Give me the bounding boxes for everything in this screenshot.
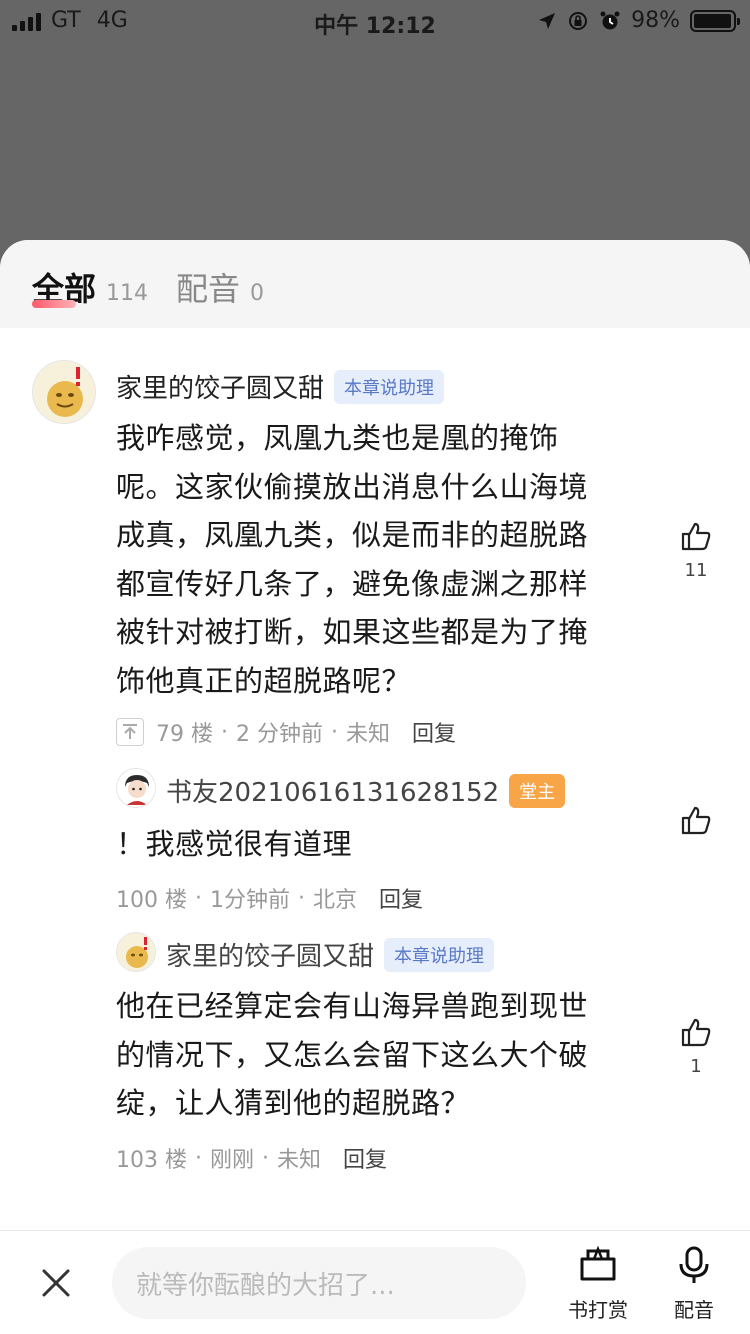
comment-time: 刚刚 (210, 1148, 255, 1173)
tab-all-count: 114 (106, 281, 149, 306)
host-badge: 堂主 (509, 773, 566, 808)
comment-meta: 79 楼 · 2 分钟前 · 未知 回复 (116, 716, 456, 748)
avatar-image (117, 769, 155, 807)
battery-percent: 98% (631, 8, 680, 33)
comment-meta: 100 楼 · 1分钟前 · 北京 回复 (116, 882, 423, 914)
comment-text[interactable]: 我咋感觉，凤凰九类也是凰的掩饰 呢。这家伙偷摸放出消息什么山海境 成真，凤凰九类… (116, 414, 646, 705)
location-arrow-icon (539, 12, 556, 29)
like-button[interactable]: 1 (678, 1016, 714, 1077)
avatar[interactable] (116, 932, 156, 972)
comment-meta: 103 楼 · 刚刚 · 未知 回复 (116, 1142, 387, 1174)
gift-icon (580, 1245, 616, 1281)
assistant-badge: 本章说助理 (384, 937, 495, 972)
comments-sheet: 全部 114 配音 0 家里的饺子圆又甜 本章说助理 我咋感觉，凤凰九类也是凰的… (0, 240, 750, 1334)
comment-text[interactable]: 他在已经算定会有山海异兽跑到现世 的情况下，又怎么会留下这么大个破 绽，让人猜到… (116, 982, 646, 1128)
dub-label: 配音 (674, 1298, 714, 1322)
reply-button[interactable]: 回复 (379, 882, 423, 914)
comment-location: 未知 (346, 722, 391, 747)
comment-line: 成真，凤凰九类，似是而非的超脱路 (116, 518, 589, 552)
comment-line: 都宣传好几条了，避免像虚渊之那样 (116, 566, 589, 601)
thumbs-up-icon (681, 806, 711, 835)
comment-location: 未知 (277, 1148, 322, 1173)
like-button[interactable] (678, 804, 714, 840)
floor-number: 103 楼 (116, 1148, 187, 1173)
meta-separator: · (195, 1145, 202, 1171)
tab-dubbing[interactable]: 配音 0 (176, 264, 264, 310)
meta-separator: · (331, 719, 338, 745)
tab-active-indicator (32, 300, 76, 308)
thumbs-up-icon (681, 1018, 711, 1047)
avatar[interactable] (32, 360, 96, 424)
author-name[interactable]: 家里的饺子圆又甜 (166, 936, 374, 973)
gift-button[interactable]: 书打赏 (558, 1245, 638, 1323)
pin-top-icon[interactable] (116, 718, 144, 746)
battery-icon (690, 9, 740, 32)
author-name[interactable]: 家里的饺子圆又甜 (116, 368, 324, 405)
author-name[interactable]: 书友20210616131628152 (166, 772, 499, 809)
comment-line: 他在已经算定会有山海异兽跑到现世 (116, 989, 589, 1023)
meta-separator: · (298, 885, 305, 911)
comment-location: 北京 (313, 888, 358, 913)
floor-number: 100 楼 (116, 888, 187, 913)
tab-dubbing-count: 0 (250, 281, 265, 306)
comment-line: 的情况下，又怎么会留下这么大个破 (116, 1037, 589, 1072)
comment-line: 饰他真正的超脱路呢？ (116, 663, 412, 698)
status-right: 98% (537, 8, 740, 33)
meta-separator: · (262, 1145, 270, 1171)
like-count: 1 (690, 1056, 702, 1077)
avatar[interactable] (116, 768, 156, 808)
author-row: 书友20210616131628152 堂主 (166, 772, 566, 809)
battery-fill (694, 13, 732, 28)
input-placeholder: 就等你酝酿的大招了... (136, 1270, 395, 1301)
rotation-lock-icon (569, 11, 588, 30)
tab-dubbing-label: 配音 (176, 270, 241, 308)
author-row: 家里的饺子圆又甜 本章说助理 (166, 936, 495, 973)
tab-bar: 全部 114 配音 0 (0, 240, 750, 328)
assistant-badge: 本章说助理 (334, 369, 445, 404)
comment-line: 绽，让人猜到他的超脱路？ (116, 1086, 471, 1120)
author-row: 家里的饺子圆又甜 本章说助理 (116, 368, 445, 405)
comment-text[interactable]: ！我感觉很有道理 (116, 820, 646, 869)
comment-line: 我咋感觉，凤凰九类也是凰的掩饰 (116, 421, 559, 455)
meta-separator: · (195, 885, 202, 911)
avatar-image (33, 361, 95, 423)
like-count: 11 (684, 560, 708, 581)
dub-button[interactable]: 配音 (654, 1245, 734, 1323)
close-button[interactable] (36, 1263, 76, 1303)
microphone-icon (679, 1246, 709, 1283)
reply-button[interactable]: 回复 (343, 1142, 387, 1174)
like-button[interactable]: 11 (678, 520, 714, 581)
meta-separator: · (221, 719, 228, 745)
comment-time: 1分钟前 (210, 888, 290, 913)
comment-input[interactable]: 就等你酝酿的大招了... (112, 1247, 526, 1319)
comment-line: 被针对被打断，如果这些都是为了掩 (116, 615, 589, 649)
floor-number: 79 楼 (156, 722, 213, 747)
comment-line: 呢。这家伙偷摸放出消息什么山海境 (116, 469, 589, 504)
close-icon (42, 1269, 70, 1297)
bottom-bar: 就等你酝酿的大招了... 书打赏 配音 (0, 1230, 750, 1334)
thumbs-up-icon (681, 522, 711, 551)
avatar-image (117, 933, 155, 971)
reply-button[interactable]: 回复 (412, 716, 456, 748)
alarm-icon (600, 11, 620, 29)
status-bar: GT 4G 中午 12:12 98% (0, 0, 750, 40)
comment-time: 2 分钟前 (236, 722, 323, 747)
gift-label: 书打赏 (568, 1298, 628, 1322)
